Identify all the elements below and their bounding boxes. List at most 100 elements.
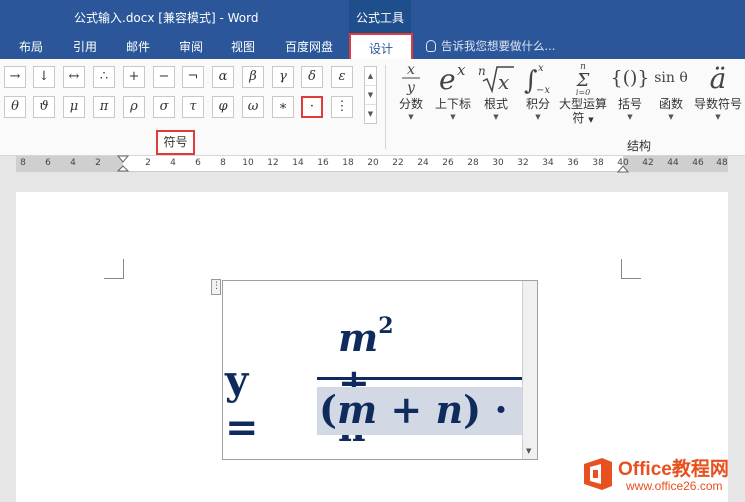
- tell-me-search[interactable]: 告诉我您想要做什么...: [426, 38, 555, 54]
- structures-group-label: 结构: [627, 139, 652, 153]
- equation-drag-handle[interactable]: ⋮: [211, 279, 221, 295]
- fraction-button[interactable]: xy 分数 ▼: [392, 59, 430, 122]
- tab-mailings[interactable]: 邮件: [126, 38, 150, 55]
- symbol-asterisk[interactable]: ∗: [272, 96, 294, 118]
- indent-marker-icon[interactable]: [117, 155, 129, 174]
- denominator-close-dot: ) ·: [463, 387, 508, 432]
- accent-label: 导数符号: [693, 97, 742, 111]
- symbol-not[interactable]: ¬: [182, 66, 204, 88]
- symbol-sigma[interactable]: σ: [153, 96, 175, 118]
- equation-denominator-selected[interactable]: (m + n) ·: [317, 387, 522, 435]
- ruler-tick: 24: [417, 158, 429, 168]
- symbol-beta[interactable]: β: [242, 66, 264, 88]
- gallery-more-icon[interactable]: ▼: [365, 105, 376, 124]
- symbol-right-arrow[interactable]: →: [4, 66, 26, 88]
- symbol-pi[interactable]: π: [93, 96, 115, 118]
- symbol-omega[interactable]: ω: [242, 96, 264, 118]
- symbol-alpha[interactable]: α: [212, 66, 234, 88]
- large-operator-button[interactable]: n Σi=0 大型运算符 ▼: [558, 59, 608, 127]
- equation-scrollbar[interactable]: ▼: [522, 281, 537, 459]
- symbols-group-label: 符号: [156, 130, 195, 155]
- svg-text:−x: −x: [536, 85, 550, 95]
- denominator-plus: +: [377, 387, 436, 432]
- symbol-rho[interactable]: ρ: [123, 96, 145, 118]
- crop-mark: [621, 259, 641, 279]
- chevron-down-icon[interactable]: ▼: [526, 447, 531, 455]
- symbol-left-right-arrow[interactable]: ↔: [63, 66, 85, 88]
- ruler-tick: 12: [267, 158, 279, 168]
- radical-button[interactable]: nx 根式 ▼: [476, 59, 516, 122]
- denominator-variable-n: n: [435, 387, 464, 432]
- tab-design[interactable]: 设计: [349, 33, 414, 59]
- large-operator-text: 大型运算符: [558, 97, 607, 125]
- ruler-tick: 8: [20, 158, 26, 168]
- symbol-dot-operator[interactable]: ·: [301, 96, 323, 118]
- function-label: 函数: [658, 97, 683, 111]
- symbol-epsilon[interactable]: ε: [331, 66, 353, 88]
- symbol-mu[interactable]: μ: [63, 96, 85, 118]
- symbol-minus[interactable]: −: [153, 66, 175, 88]
- group-divider: [385, 65, 386, 149]
- function-button[interactable]: sin θ 函数 ▼: [652, 59, 690, 122]
- symbol-delta[interactable]: δ: [301, 66, 323, 88]
- large-operator-label: 大型运算符 ▼: [558, 97, 607, 125]
- symbol-down-arrow[interactable]: ↓: [33, 66, 55, 88]
- radical-icon: nx: [476, 59, 516, 97]
- ruler-tick: 38: [592, 158, 604, 168]
- ruler-tick: 46: [692, 158, 704, 168]
- equation-container[interactable]: ⋮ y = m2 + n (m + n) · ▼: [211, 279, 538, 460]
- accent-button[interactable]: ä 导数符号 ▼: [692, 59, 744, 122]
- symbol-vertical-ellipsis[interactable]: ⋮: [331, 96, 353, 118]
- tab-references[interactable]: 引用: [73, 38, 97, 55]
- horizontal-ruler[interactable]: 8 6 4 2 2 4 6 8 10 12 14 16 18 20 22 24 …: [16, 155, 728, 174]
- chevron-down-icon: ▼: [668, 113, 674, 121]
- symbol-therefore[interactable]: ∴: [93, 66, 115, 88]
- svg-text:x: x: [457, 61, 466, 79]
- script-icon: ex: [432, 59, 474, 97]
- right-indent-marker-icon[interactable]: [617, 165, 629, 173]
- tab-layout[interactable]: 布局: [19, 38, 43, 55]
- svg-text:i=0: i=0: [576, 88, 590, 95]
- ruler-tick: 4: [70, 158, 76, 168]
- tab-review[interactable]: 审阅: [179, 38, 203, 55]
- svg-text:x: x: [407, 62, 415, 78]
- scroll-down-icon[interactable]: ▼: [365, 86, 376, 105]
- script-button[interactable]: ex 上下标 ▼: [432, 59, 474, 122]
- tab-view[interactable]: 视图: [231, 38, 255, 55]
- crop-mark: [104, 259, 124, 279]
- ruler-tick: 36: [567, 158, 579, 168]
- symbol-tau[interactable]: τ: [182, 96, 204, 118]
- title-bar: 公式输入.docx [兼容模式] - Word 公式工具: [0, 0, 745, 33]
- watermark: Office教程网 www.office26.com: [582, 452, 745, 502]
- svg-text:e: e: [439, 63, 456, 95]
- bracket-icon: {()}: [610, 67, 650, 89]
- symbol-gamma[interactable]: γ: [272, 66, 294, 88]
- ruler-tick: 22: [392, 158, 404, 168]
- integral-button[interactable]: ∫ x −x 积分 ▼: [519, 59, 557, 122]
- ruler-tick: 14: [292, 158, 304, 168]
- scroll-up-icon[interactable]: ▲: [365, 67, 376, 86]
- denominator-variable-m: m: [336, 387, 378, 432]
- ruler-tick: 44: [667, 158, 679, 168]
- ruler-tick: 10: [242, 158, 254, 168]
- office-logo-icon: [584, 458, 612, 490]
- large-operator-icon: n Σi=0: [558, 59, 608, 97]
- symbol-vartheta[interactable]: ϑ: [33, 96, 55, 118]
- bracket-button[interactable]: {()} 括号 ▼: [610, 59, 650, 122]
- tab-baidu-netdisk[interactable]: 百度网盘: [285, 38, 333, 55]
- chevron-down-icon: ▼: [493, 113, 499, 121]
- function-icon: sin θ: [654, 70, 688, 86]
- tell-me-placeholder: 告诉我您想要做什么...: [441, 39, 556, 53]
- fraction-icon: xy: [392, 59, 430, 97]
- ruler-tick: 2: [145, 158, 151, 168]
- ruler-tick: 48: [716, 158, 728, 168]
- script-label: 上下标: [434, 97, 471, 111]
- ruler-tick: 20: [367, 158, 379, 168]
- symbol-phi[interactable]: φ: [212, 96, 234, 118]
- symbol-plus[interactable]: +: [123, 66, 145, 88]
- symbol-theta[interactable]: θ: [4, 96, 26, 118]
- ruler-tick: 2: [95, 158, 101, 168]
- numerator-exponent: 2: [378, 313, 394, 339]
- svg-text:n: n: [478, 64, 486, 78]
- chevron-down-icon: ▼: [535, 113, 541, 121]
